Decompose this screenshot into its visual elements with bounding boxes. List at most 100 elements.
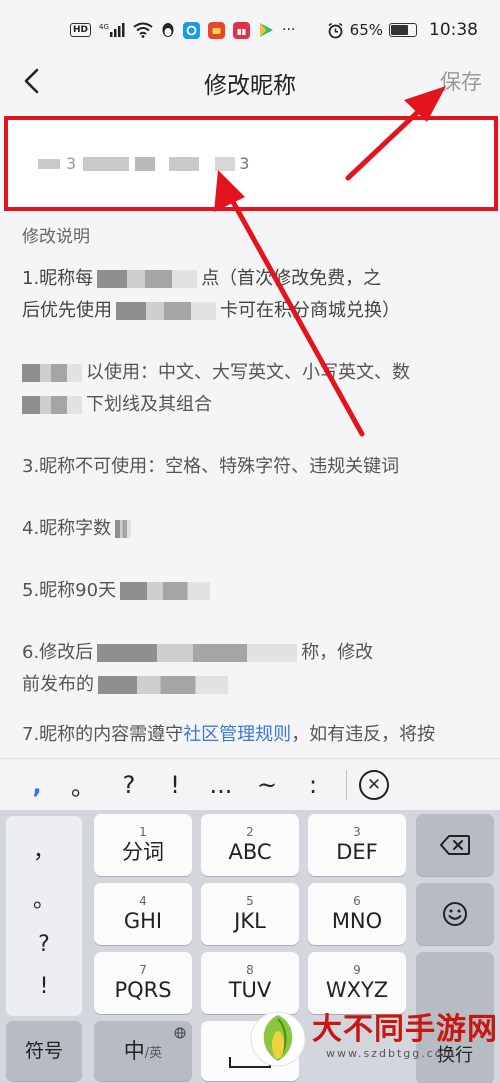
save-button[interactable]: 保存 bbox=[440, 66, 482, 96]
browser-app-icon bbox=[183, 21, 201, 39]
key-label: GHI bbox=[123, 909, 163, 933]
site-watermark: 大不同手游网 www.szdbtgg.com bbox=[248, 990, 500, 1083]
gift-app-icon bbox=[233, 21, 251, 39]
lang-alt-label: /英 bbox=[144, 1045, 163, 1061]
symbols-label: 符号 bbox=[24, 1040, 63, 1062]
watermark-text: 大不同手游网 www.szdbtgg.com bbox=[312, 1012, 498, 1061]
lang-main-label: 中 bbox=[123, 1039, 145, 1063]
rule-1: 1.昵称每 点（首次修改免费，之 后优先使用 卡可在积分商城兑换） bbox=[22, 263, 482, 327]
punct-key-period[interactable]: 。 bbox=[33, 882, 55, 914]
watermark-url: www.szdbtgg.com bbox=[326, 1047, 457, 1060]
nickname-input[interactable]: 3 3 bbox=[4, 116, 498, 211]
key-6[interactable]: 6 MNO bbox=[308, 883, 406, 945]
key-label: ABC bbox=[228, 840, 272, 864]
quick-symbol-period[interactable]: 。 bbox=[60, 767, 106, 802]
redacted-text bbox=[22, 396, 82, 414]
globe-icon bbox=[174, 1027, 186, 1039]
quick-symbol-question[interactable]: ? bbox=[106, 771, 152, 799]
battery-percent: 65% bbox=[349, 21, 383, 39]
rule-text: 5.昵称90天 bbox=[22, 580, 117, 601]
symbols-key[interactable]: 符号 bbox=[6, 1021, 82, 1081]
wifi-icon bbox=[133, 21, 153, 39]
redacted-text bbox=[97, 644, 298, 662]
key-number: 3 bbox=[353, 825, 361, 839]
quick-symbol-colon[interactable]: : bbox=[290, 771, 336, 799]
rules-section: 修改说明 1.昵称每 点（首次修改免费，之 后优先使用 卡可在积分商城兑换） 以使用… bbox=[22, 222, 482, 775]
backspace-icon bbox=[440, 835, 470, 855]
rule-text: 前发布的 bbox=[22, 674, 94, 695]
key-3[interactable]: 3 DEF bbox=[308, 814, 406, 876]
page-title: 修改昵称 bbox=[204, 73, 296, 99]
redacted-text bbox=[169, 156, 200, 171]
svg-text:4G: 4G bbox=[99, 23, 109, 31]
quick-symbol-tilde[interactable]: ~ bbox=[244, 771, 290, 799]
rule-5: 5.昵称90天 bbox=[22, 575, 482, 607]
nickname-value-fragment: 3 bbox=[66, 154, 78, 173]
redacted-text bbox=[135, 156, 156, 171]
emoji-icon bbox=[443, 902, 467, 926]
language-switch-key[interactable]: 中 /英 bbox=[94, 1021, 192, 1081]
rule-text: 1.昵称每 bbox=[22, 268, 94, 289]
punct-key-comma[interactable]: ， bbox=[33, 833, 55, 865]
leaf-logo-icon bbox=[250, 1011, 306, 1066]
status-right: 65% 10:38 bbox=[327, 20, 478, 40]
emoji-key[interactable] bbox=[416, 883, 494, 945]
delete-key[interactable] bbox=[416, 814, 494, 876]
key-number: 6 bbox=[353, 894, 361, 908]
rule-2: 以使用：中文、大写英文、小写英文、数 下划线及其组合 bbox=[22, 357, 482, 421]
watermark-title: 大不同手游网 bbox=[312, 1012, 498, 1047]
key-number: 2 bbox=[246, 825, 254, 839]
key-5[interactable]: 5 JKL bbox=[201, 883, 299, 945]
key-number: 1 bbox=[139, 825, 147, 839]
key-number: 7 bbox=[139, 963, 147, 977]
quick-symbol-ellipsis[interactable]: ... bbox=[198, 771, 244, 799]
redacted-text bbox=[83, 156, 130, 171]
redacted-text bbox=[97, 270, 198, 288]
community-rules-link[interactable]: 社区管理规则 bbox=[183, 724, 291, 745]
nav-bar: 修改昵称 保存 bbox=[0, 56, 500, 108]
rule-text: 4.昵称字数 bbox=[22, 518, 112, 539]
key-7[interactable]: 7 PQRS bbox=[94, 952, 192, 1014]
rule-text: ，如有违反，将按 bbox=[291, 724, 436, 745]
rule-7: 7.昵称的内容需遵守社区管理规则，如有违反，将按 bbox=[22, 719, 482, 745]
rule-text: 6.修改后 bbox=[22, 642, 94, 663]
key-1[interactable]: 1 分词 bbox=[94, 814, 192, 876]
key-4[interactable]: 4 GHI bbox=[94, 883, 192, 945]
alarm-icon bbox=[327, 21, 344, 39]
redacted-text bbox=[22, 364, 82, 382]
key-number: 4 bbox=[139, 894, 147, 908]
rule-text: 点（首次修改免费，之 bbox=[201, 268, 382, 289]
punct-key-exclamation[interactable]: ! bbox=[40, 974, 49, 999]
punctuation-column[interactable]: ， 。 ? ! bbox=[6, 816, 82, 1016]
battery-icon bbox=[389, 23, 417, 37]
key-label: PQRS bbox=[114, 978, 172, 1002]
hd-badge: HD bbox=[70, 23, 92, 37]
key-label: MNO bbox=[331, 909, 383, 933]
quick-symbol-exclamation[interactable]: ! bbox=[152, 771, 198, 799]
battery-level-fill bbox=[391, 25, 408, 35]
shop-app-icon bbox=[208, 21, 226, 39]
redacted-text bbox=[116, 302, 216, 320]
nickname-value-fragment: 3 bbox=[239, 154, 251, 173]
rule-6: 6.修改后 称，修改 前发布的 bbox=[22, 637, 482, 701]
close-circle-icon[interactable]: ✕ bbox=[359, 769, 389, 800]
rule-text: 以使用：中文、大写英文、小写英文、数 bbox=[86, 362, 410, 383]
clock: 10:38 bbox=[429, 20, 478, 40]
rule-text: 后优先使用 bbox=[22, 300, 112, 321]
redacted-text bbox=[215, 156, 236, 171]
rule-3: 3.昵称不可使用：空格、特殊字符、违规关键词 bbox=[22, 456, 400, 477]
rule-4: 4.昵称字数 bbox=[22, 513, 482, 545]
rule-text: 卡可在积分商城兑换） bbox=[220, 300, 400, 321]
signal-icon: 4G bbox=[99, 21, 125, 39]
divider bbox=[346, 769, 347, 800]
quick-symbol-comma[interactable]: , bbox=[14, 771, 60, 799]
status-bar: HD 4G ··· 65% 10:38 bbox=[0, 0, 500, 60]
punct-key-question[interactable]: ? bbox=[38, 932, 50, 957]
qq-penguin-icon bbox=[161, 21, 175, 39]
rule-text: 下划线及其组合 bbox=[86, 394, 212, 415]
key-label: DEF bbox=[336, 840, 378, 864]
play-app-icon bbox=[258, 21, 274, 39]
rule-text: 7.昵称的内容需遵守 bbox=[22, 724, 184, 745]
key-2[interactable]: 2 ABC bbox=[201, 814, 299, 876]
key-number: 8 bbox=[246, 963, 254, 977]
